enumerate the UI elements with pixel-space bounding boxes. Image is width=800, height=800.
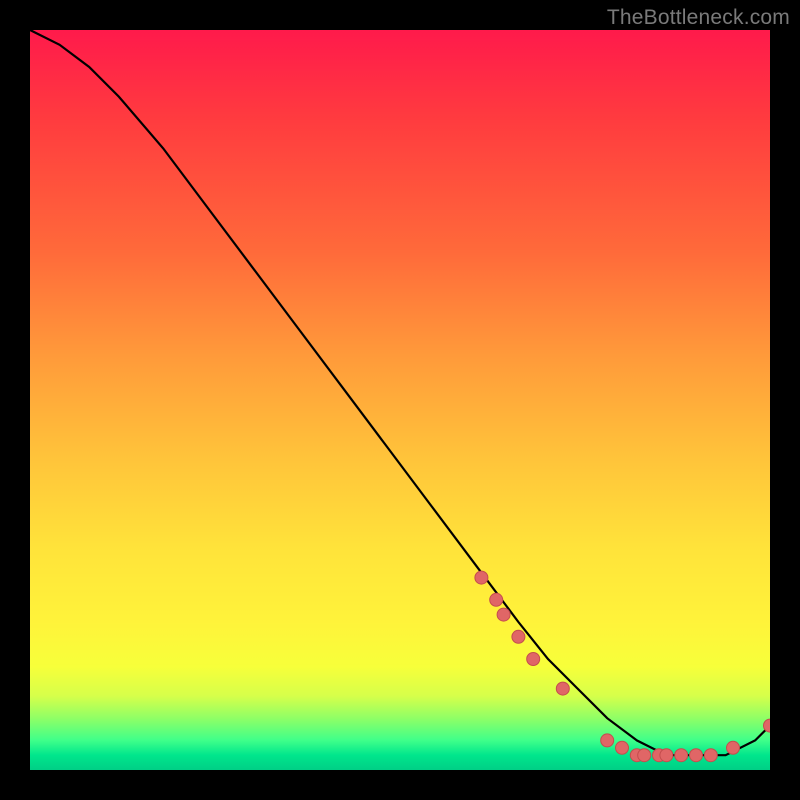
data-marker bbox=[556, 682, 569, 695]
data-marker bbox=[690, 749, 703, 762]
data-marker bbox=[475, 571, 488, 584]
data-marker bbox=[638, 749, 651, 762]
data-marker bbox=[704, 749, 717, 762]
marker-group bbox=[475, 571, 770, 762]
watermark-text: TheBottleneck.com bbox=[607, 6, 790, 30]
data-marker bbox=[601, 734, 614, 747]
data-marker bbox=[660, 749, 673, 762]
data-marker bbox=[490, 593, 503, 606]
data-marker bbox=[616, 741, 629, 754]
data-marker bbox=[497, 608, 510, 621]
data-marker bbox=[512, 630, 525, 643]
data-marker bbox=[675, 749, 688, 762]
data-marker bbox=[727, 741, 740, 754]
chart-svg bbox=[30, 30, 770, 770]
plot-area bbox=[30, 30, 770, 770]
data-marker bbox=[527, 653, 540, 666]
curve-path bbox=[30, 30, 770, 755]
chart-frame: TheBottleneck.com bbox=[0, 0, 800, 800]
